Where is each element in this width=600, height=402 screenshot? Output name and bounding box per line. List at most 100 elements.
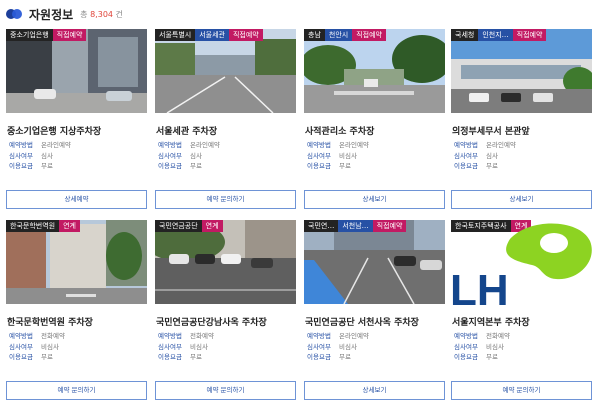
tag-org: 국민연…: [304, 220, 339, 232]
lh-logo-text: LH: [450, 266, 509, 311]
info-value: 비심사: [41, 342, 59, 351]
resource-name[interactable]: 국민연금공단강남사옥 주차장: [156, 315, 296, 328]
info-label: 이용요금: [9, 353, 33, 361]
info-value: 심사: [190, 151, 202, 160]
info-label: 심사여부: [454, 342, 478, 351]
tag-direct-booking: 직접예약: [352, 29, 386, 41]
resource-photo[interactable]: [155, 220, 296, 304]
detail-button[interactable]: 상세보기: [451, 190, 592, 209]
resource-info: 예약방법 전화예약 심사여부 비심사 이용요금 무료: [9, 331, 145, 363]
info-label: 이용요금: [454, 162, 478, 170]
info-label: 예약방법: [307, 332, 331, 340]
resource-photo[interactable]: [451, 29, 592, 113]
info-label: 이용요금: [307, 162, 331, 170]
info-label: 이용요금: [158, 162, 182, 170]
resource-info: 예약방법 온라인예약 심사여부 심사 이용요금 무료: [454, 140, 590, 172]
card-tags: 한국문학번역원 연계: [6, 220, 80, 232]
resource-info: 예약방법 온라인예약 심사여부 심사 이용요금 무료: [9, 140, 145, 172]
tag-direct-booking: 직접예약: [512, 29, 547, 41]
tag-org: 서울세관: [195, 29, 229, 41]
lh-logo: LH: [450, 221, 600, 315]
info-label: 심사여부: [9, 342, 33, 351]
resource-photo[interactable]: [6, 29, 147, 113]
info-value: 무료: [190, 353, 202, 361]
tag-region: 서울특별시: [155, 29, 196, 41]
info-value: 온라인예약: [190, 141, 220, 149]
resource-grid: 중소기업은행 직접예약 중소기업은행 지상주차장 예약방법 온라인예약 심사여부 심…: [6, 29, 594, 402]
resource-photo[interactable]: [304, 29, 445, 113]
resource-name[interactable]: 서울지역본부 주차장: [452, 315, 592, 328]
card-tags: 국민연금공단 연계: [155, 220, 223, 232]
info-label: 예약방법: [9, 332, 33, 340]
count-prefix: 총: [80, 9, 88, 19]
info-label: 예약방법: [307, 141, 331, 149]
inquiry-button[interactable]: 예약 문의하기: [155, 190, 296, 209]
card-tags: 국민연… 서천남… 직접예약: [304, 220, 407, 232]
info-label: 예약방법: [158, 141, 182, 149]
inquiry-button[interactable]: 예약 문의하기: [451, 381, 592, 400]
info-value: 전화예약: [190, 332, 214, 340]
tag-org: 국세청: [451, 29, 479, 41]
section-header: 자원정보 총 8,304 건: [6, 4, 123, 24]
info-value: 전화예약: [41, 332, 65, 340]
info-value: 온라인예약: [339, 141, 369, 149]
info-label: 예약방법: [158, 332, 182, 340]
info-value: 무료: [339, 162, 351, 170]
info-value: 무료: [190, 162, 202, 170]
info-value: 온라인예약: [486, 141, 516, 149]
tag-org: 중소기업은행: [6, 29, 53, 41]
info-value: 비심사: [486, 342, 504, 351]
resource-info: 예약방법 온라인예약 심사여부 심사 이용요금 무료: [158, 140, 294, 172]
resource-name[interactable]: 한국문학번역원 주차장: [7, 315, 147, 328]
tag-linked: 연계: [59, 220, 80, 232]
inquiry-button[interactable]: 예약 문의하기: [6, 381, 147, 400]
tag-direct-booking: 직접예약: [52, 29, 87, 41]
detail-button[interactable]: 상세보기: [304, 190, 445, 209]
tag-direct-booking: 직접예약: [372, 220, 407, 232]
info-value: 무료: [41, 162, 53, 170]
resource-photo[interactable]: [155, 29, 296, 113]
resource-name[interactable]: 국민연금공단 서천사옥 주차장: [305, 315, 445, 328]
resource-info: 예약방법 온라인예약 심사여부 비심사 이용요금 무료: [307, 140, 443, 172]
info-label: 이용요금: [158, 353, 182, 361]
card-tags: 충남 천안시 직접예약: [304, 29, 386, 41]
card-tags: 중소기업은행 직접예약: [6, 29, 87, 41]
resource-info: 예약방법 온라인예약 심사여부 비심사 이용요금 무료: [307, 331, 443, 363]
tag-org: 한국문학번역원: [6, 220, 60, 232]
info-value: 심사: [486, 151, 498, 160]
info-value: 무료: [486, 162, 498, 170]
info-value: 심사: [41, 151, 53, 160]
info-value: 전화예약: [486, 332, 510, 340]
count-suffix: 건: [115, 9, 123, 19]
tag-city: 천안시: [324, 29, 353, 41]
info-label: 심사여부: [158, 151, 182, 160]
detail-button[interactable]: 상세보기: [304, 381, 445, 400]
tag-branch: 인천지…: [478, 29, 513, 41]
resource-info: 예약방법 전화예약 심사여부 비심사 이용요금 무료: [454, 331, 590, 363]
info-value: 무료: [41, 353, 53, 361]
detail-button[interactable]: 상세예약: [6, 190, 147, 209]
resource-name[interactable]: 사적관리소 주차장: [305, 124, 445, 137]
info-label: 예약방법: [454, 141, 478, 149]
info-value: 온라인예약: [41, 141, 71, 149]
tag-region: 충남: [304, 29, 325, 41]
resource-name[interactable]: 의정부세무서 본관앞: [452, 124, 592, 137]
page-title: 자원정보: [29, 7, 74, 22]
info-label: 심사여부: [9, 151, 33, 160]
info-label: 이용요금: [9, 162, 33, 170]
info-label: 심사여부: [307, 342, 331, 351]
info-label: 심사여부: [454, 151, 478, 160]
info-value: 무료: [486, 353, 498, 361]
resource-photo[interactable]: [304, 220, 445, 304]
info-value: 온라인예약: [339, 332, 369, 340]
resource-name[interactable]: 서울세관 주차장: [156, 124, 296, 137]
tag-org: 국민연금공단: [155, 220, 202, 232]
brand-dots-icon: [6, 9, 24, 19]
inquiry-button[interactable]: 예약 문의하기: [155, 381, 296, 400]
resource-photo[interactable]: [6, 220, 147, 304]
tag-branch: 서천남…: [338, 220, 373, 232]
tag-linked: 연계: [201, 220, 223, 232]
resource-name[interactable]: 중소기업은행 지상주차장: [7, 124, 147, 137]
info-label: 예약방법: [9, 141, 33, 149]
count-value: 8,304: [90, 9, 113, 19]
